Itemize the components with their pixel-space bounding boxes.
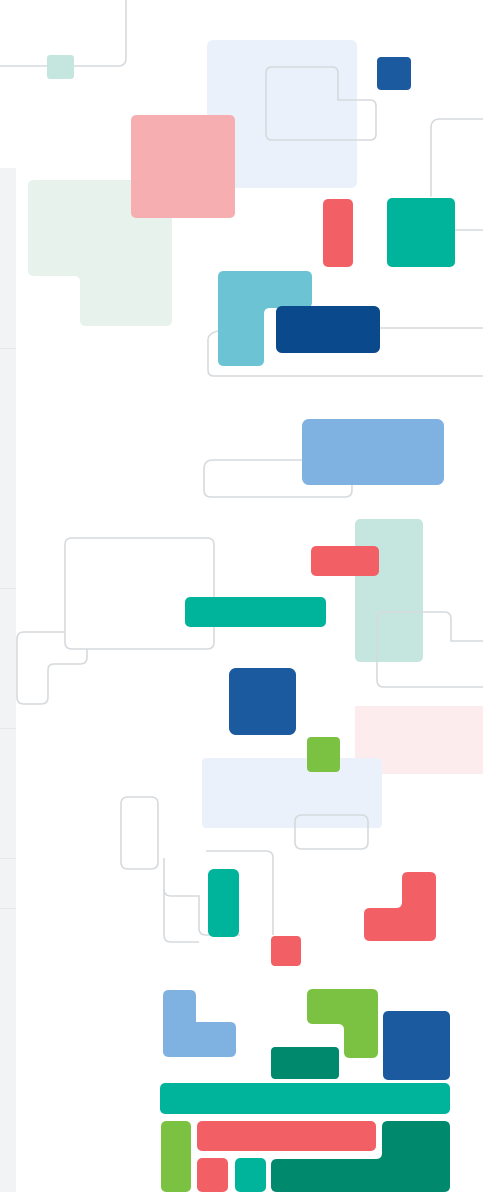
coral-l-shape <box>364 872 436 941</box>
light-blue-l-shape <box>163 990 236 1057</box>
pale-blue-tile <box>202 758 382 828</box>
coral-long-bar <box>197 1121 376 1151</box>
teal-small-square <box>235 1158 266 1192</box>
green-small-square <box>307 737 340 772</box>
navy-square <box>383 1011 450 1080</box>
connector-line <box>73 0 127 67</box>
dark-navy-bar <box>276 306 380 353</box>
pink-square <box>131 115 235 218</box>
coral-small-square <box>271 936 301 966</box>
navy-square <box>377 57 411 90</box>
coral-bar-vertical <box>323 199 353 267</box>
connector-line <box>430 118 483 197</box>
teal-long-bar <box>160 1083 450 1114</box>
coral-pill <box>311 546 379 576</box>
dark-teal-bar <box>271 1047 339 1079</box>
decorative-illustration <box>0 0 483 1192</box>
outline-connector <box>16 631 88 705</box>
mint-tile <box>355 519 423 662</box>
coral-small-square <box>197 1158 228 1192</box>
light-blue-block <box>302 419 444 485</box>
outline-pill-vertical <box>120 796 159 870</box>
small-mint-tile <box>47 55 74 79</box>
navy-square <box>229 668 296 735</box>
outline-rect <box>64 537 215 650</box>
green-bar-vertical <box>161 1121 191 1192</box>
teal-bar-vertical <box>208 869 239 937</box>
outline-connector <box>163 889 199 943</box>
teal-square <box>387 198 455 267</box>
geometric-shapes-art <box>0 0 483 1192</box>
teal-bar <box>185 597 326 627</box>
